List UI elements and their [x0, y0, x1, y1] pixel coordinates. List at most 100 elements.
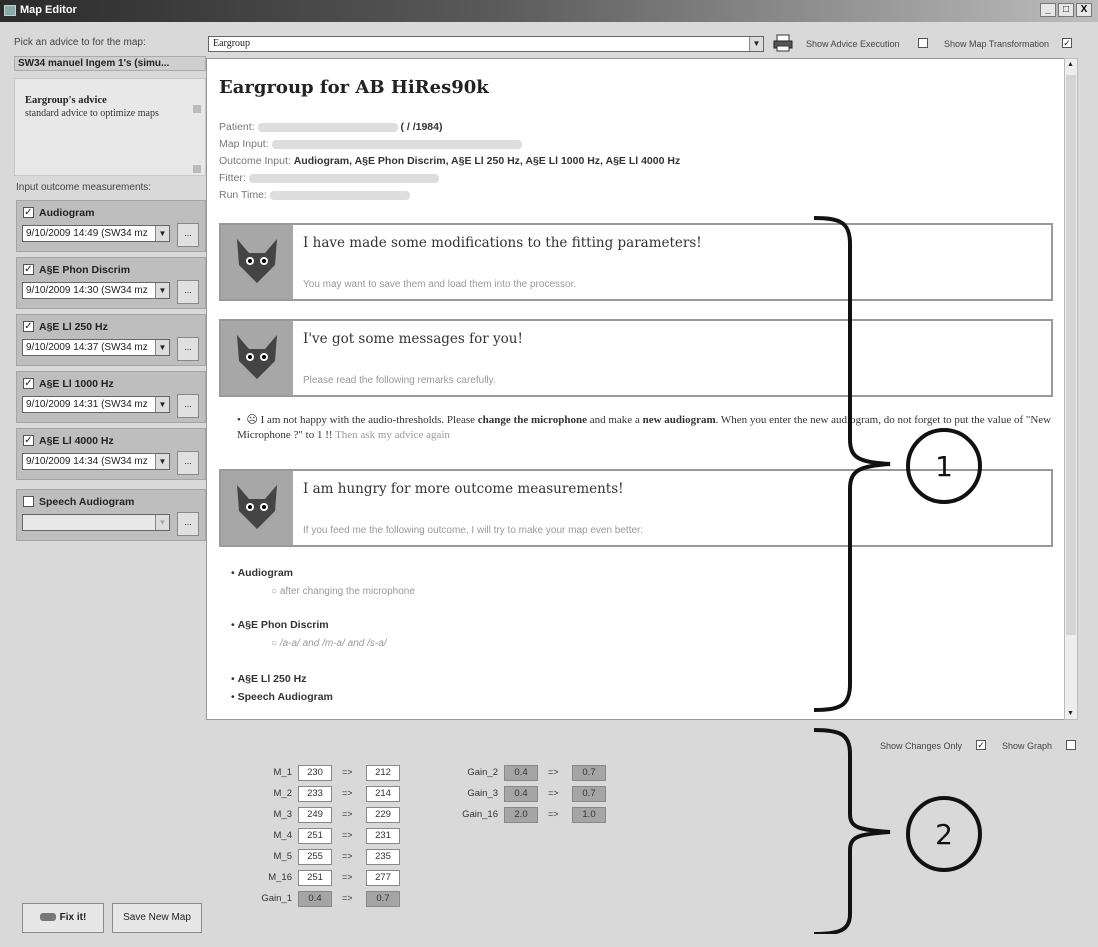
param-new-value[interactable]: 0.7 [572, 786, 606, 802]
fox-avatar-icon [221, 225, 293, 299]
list-item-title: A§E Phon Discrim [237, 619, 329, 631]
param-new-value[interactable]: 229 [366, 807, 400, 823]
param-old-value: 0.4 [504, 786, 538, 802]
show-map-transformation-checkbox[interactable]: ✓ [1062, 38, 1072, 48]
remark-bold: new audiogram [642, 414, 716, 426]
param-old-value: 230 [298, 765, 332, 781]
param-row: M_2 233 => 214 [250, 786, 430, 804]
map-input-line: Map Input: [219, 138, 522, 150]
measurement-checkbox[interactable]: ✓ [23, 207, 34, 218]
param-old-value: 249 [298, 807, 332, 823]
param-new-value[interactable]: 0.7 [366, 891, 400, 907]
measurement-panel: ✓ A§E Phon Discrim 9/10/2009 14:30 (SW34 m… [16, 257, 206, 309]
param-new-value[interactable]: 212 [366, 765, 400, 781]
param-new-value[interactable]: 235 [366, 849, 400, 865]
measurement-select[interactable]: 9/10/2009 14:37 (SW34 mz ▼ [22, 339, 170, 356]
window-title: Map Editor [20, 4, 77, 16]
message-subtitle: Please read the following remarks carefu… [303, 375, 496, 386]
outcome-input-label: Outcome Input: [219, 155, 291, 167]
list-item: • Audiogram [231, 567, 294, 579]
list-subitem-text: ○ /a-a/ and /m-a/ and /s-a/ [271, 638, 387, 649]
measurement-select-value: 9/10/2009 14:49 (SW34 mz [26, 228, 148, 239]
param-name: Gain_2 [467, 767, 498, 778]
annotation-1: 1 [935, 450, 953, 483]
chevron-down-icon[interactable]: ▼ [155, 454, 169, 469]
param-name: M_4 [273, 830, 292, 841]
arrow-icon: => [342, 767, 353, 777]
advice-selector[interactable]: Eargroup ▼ [208, 36, 764, 52]
fitter-line: Fitter: [219, 172, 439, 184]
chevron-down-icon[interactable]: ▼ [155, 515, 169, 530]
input-outcome-label: Input outcome measurements: [16, 182, 152, 193]
browse-button[interactable]: ... [177, 280, 199, 304]
param-name: M_2 [273, 788, 292, 799]
param-new-value[interactable]: 0.7 [572, 765, 606, 781]
patient-label: Patient: [219, 121, 255, 133]
chevron-down-icon[interactable]: ▼ [749, 37, 763, 51]
patient-dob: ( / /1984) [400, 121, 443, 133]
measurement-panel: ✓ A§E Ll 4000 Hz 9/10/2009 14:34 (SW34 mz ▼… [16, 428, 206, 480]
arrow-icon: => [342, 851, 353, 861]
measurement-checkbox[interactable]: ✓ [23, 435, 34, 446]
fix-it-button[interactable]: Fix it! [22, 903, 104, 933]
pick-advice-label: Pick an advice to for the map: [14, 37, 146, 48]
measurement-checkbox[interactable]: ✓ [23, 321, 34, 332]
measurement-panel: ✓ A§E Ll 250 Hz 9/10/2009 14:37 (SW34 mz ▼.… [16, 314, 206, 366]
param-new-value[interactable]: 1.0 [572, 807, 606, 823]
message-title: I have made some modifications to the fi… [303, 235, 702, 251]
fox-avatar-icon [221, 321, 293, 395]
show-advice-execution-checkbox[interactable] [918, 38, 928, 48]
param-old-value: 251 [298, 870, 332, 886]
printer-icon[interactable] [772, 34, 794, 52]
chevron-down-icon[interactable]: ▼ [155, 340, 169, 355]
outcome-input-value: Audiogram, A§E Phon Discrim, A§E Ll 250 … [293, 155, 681, 167]
redacted-fitter [248, 173, 439, 183]
arrow-icon: => [342, 809, 353, 819]
measurement-select[interactable]: 9/10/2009 14:30 (SW34 mz ▼ [22, 282, 170, 299]
advice-list-selected[interactable]: SW34 manuel Ingem 1's (simu... [14, 56, 206, 71]
maximize-button[interactable]: □ [1058, 3, 1074, 17]
scroll-up-icon[interactable]: ▲ [1067, 61, 1074, 68]
advice-scrollbar[interactable] [193, 105, 203, 175]
show-graph-checkbox[interactable] [1066, 740, 1076, 750]
measurement-select[interactable]: 9/10/2009 14:31 (SW34 mz ▼ [22, 396, 170, 413]
list-item-title: Speech Audiogram [237, 691, 333, 703]
param-new-value[interactable]: 214 [366, 786, 400, 802]
scroll-down-icon[interactable]: ▼ [1067, 710, 1074, 717]
arrow-icon: => [342, 893, 353, 903]
browse-button[interactable]: ... [177, 223, 199, 247]
close-button[interactable]: X [1076, 3, 1092, 17]
redacted-map-input [271, 139, 522, 149]
annotation-brackets: 1 2 [813, 216, 982, 934]
measurement-select[interactable]: 9/10/2009 14:49 (SW34 mz ▼ [22, 225, 170, 242]
measurement-select[interactable]: 9/10/2009 14:34 (SW34 mz ▼ [22, 453, 170, 470]
chevron-down-icon[interactable]: ▼ [155, 397, 169, 412]
param-new-value[interactable]: 231 [366, 828, 400, 844]
measurement-checkbox[interactable]: ✓ [23, 378, 34, 389]
remark-text: and make a [586, 414, 643, 426]
list-item-title: A§E Ll 250 Hz [237, 673, 307, 685]
measurement-checkbox[interactable] [23, 496, 34, 507]
param-old-value: 251 [298, 828, 332, 844]
measurement-select-value: 9/10/2009 14:30 (SW34 mz [26, 285, 148, 296]
report-scrollbar[interactable]: ▲ ▼ [1064, 58, 1078, 720]
measurement-checkbox[interactable]: ✓ [23, 264, 34, 275]
show-graph-label: Show Graph [1002, 741, 1053, 751]
param-new-value[interactable]: 277 [366, 870, 400, 886]
param-row: M_3 249 => 229 [250, 807, 430, 825]
minimize-button[interactable]: _ [1040, 3, 1056, 17]
browse-button[interactable]: ... [177, 512, 199, 536]
scroll-thumb[interactable] [1066, 75, 1076, 635]
remark-text: ☹ I am not happy with the audio-threshol… [246, 414, 478, 426]
browse-button[interactable]: ... [177, 451, 199, 475]
list-subitem-text: ○ after changing the microphone [271, 586, 415, 597]
measurement-name: Speech Audiogram [39, 496, 135, 508]
browse-button[interactable]: ... [177, 394, 199, 418]
browse-button[interactable]: ... [177, 337, 199, 361]
advice-description: standard advice to optimize maps [25, 108, 159, 119]
chevron-down-icon[interactable]: ▼ [155, 226, 169, 241]
chevron-down-icon[interactable]: ▼ [155, 283, 169, 298]
param-row: M_5 255 => 235 [250, 849, 430, 867]
measurement-select[interactable]: ▼ [22, 514, 170, 531]
save-new-map-button[interactable]: Save New Map [112, 903, 202, 933]
